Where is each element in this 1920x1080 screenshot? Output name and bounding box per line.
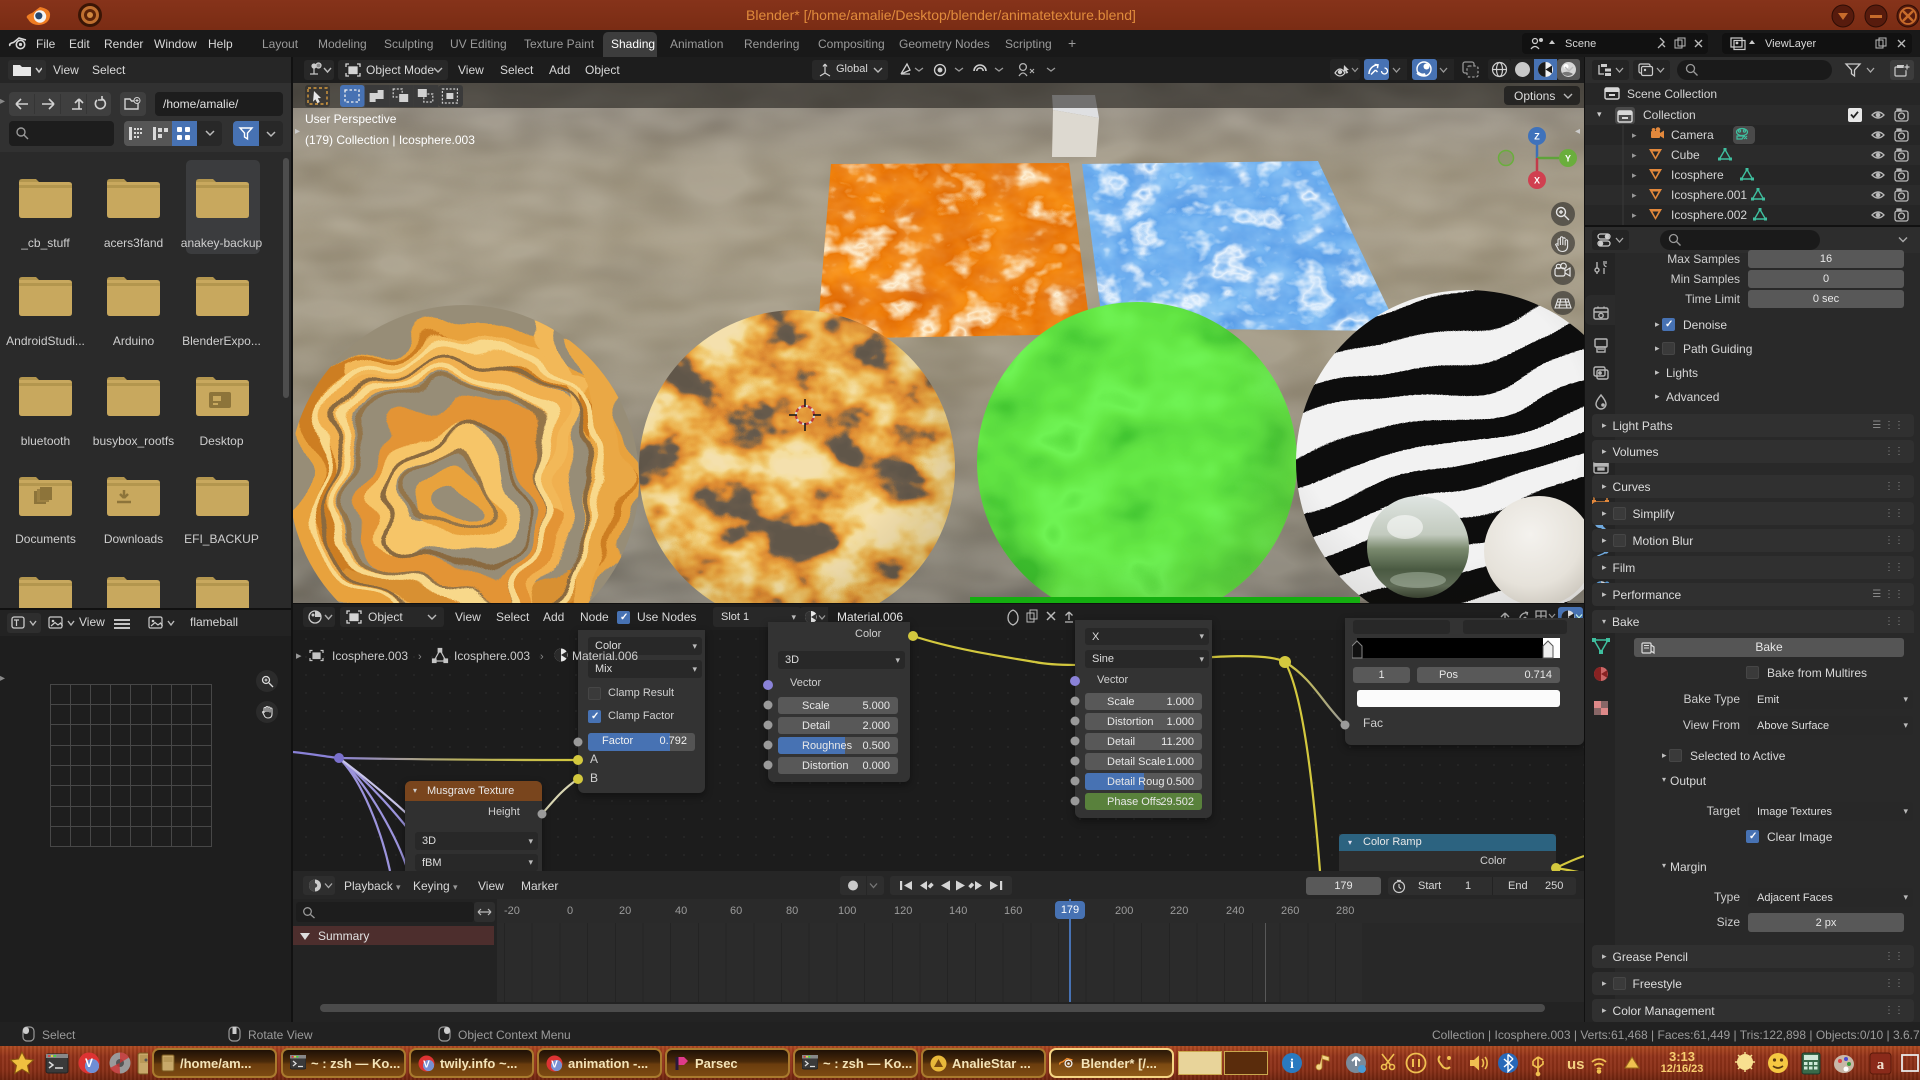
svg-text:›: › — [418, 651, 422, 663]
svg-text:User Perspective: User Perspective — [305, 112, 397, 126]
svg-text:▸: ▸ — [1632, 150, 1637, 160]
svg-text:Collection: Collection — [1643, 108, 1696, 122]
svg-text:▸: ▸ — [1632, 170, 1637, 180]
svg-text:▾: ▾ — [1597, 109, 1602, 119]
svg-text:Cube: Cube — [1671, 148, 1700, 162]
svg-text:▸: ▸ — [296, 650, 302, 662]
svg-text:V: V — [85, 1056, 93, 1070]
svg-text:(179) Collection | Icosphere.0: (179) Collection | Icosphere.003 — [305, 133, 475, 147]
svg-text:◂: ◂ — [1575, 126, 1580, 137]
svg-text:▸: ▸ — [295, 126, 300, 137]
svg-text:X: X — [1534, 176, 1540, 186]
svg-text:Icosphere.003: Icosphere.003 — [454, 649, 530, 663]
svg-text:Camera: Camera — [1671, 128, 1714, 142]
svg-text:Options: Options — [1514, 89, 1555, 103]
svg-text:Material.006: Material.006 — [572, 649, 638, 663]
svg-text:Icosphere: Icosphere — [1671, 168, 1724, 182]
svg-text:Z: Z — [1534, 132, 1540, 142]
svg-text:us: us — [1567, 1056, 1585, 1073]
svg-text:›: › — [540, 651, 544, 663]
svg-text:V: V — [423, 1059, 430, 1070]
svg-text:a: a — [1877, 1057, 1885, 1073]
svg-text:▸: ▸ — [1632, 210, 1637, 220]
svg-text:V: V — [551, 1059, 558, 1070]
svg-text:Icosphere.003: Icosphere.003 — [332, 649, 408, 663]
svg-text:Icosphere.002: Icosphere.002 — [1671, 208, 1747, 222]
svg-text:▸: ▸ — [1632, 130, 1637, 140]
svg-text:Scene Collection: Scene Collection — [1627, 87, 1717, 101]
svg-text:i: i — [1290, 1057, 1294, 1072]
svg-text:Icosphere.001: Icosphere.001 — [1671, 188, 1747, 202]
svg-text:Y: Y — [1565, 154, 1571, 164]
svg-text:▸: ▸ — [1632, 190, 1637, 200]
